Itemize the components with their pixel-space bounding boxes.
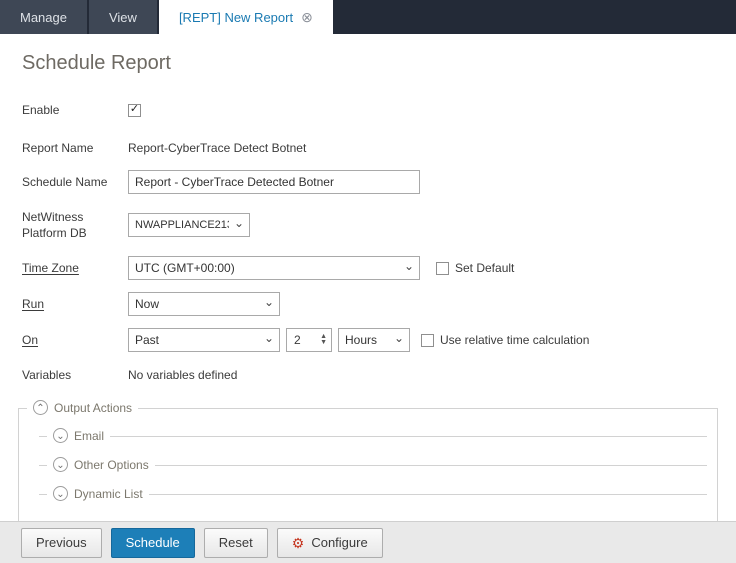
- configure-button[interactable]: ⚙ Configure: [277, 528, 383, 558]
- gear-icon: ⚙: [292, 536, 305, 550]
- report-name-value: Report-CyberTrace Detect Botnet: [128, 141, 306, 155]
- on-unit-value: Hours: [345, 333, 377, 347]
- set-default-checkbox[interactable]: [436, 262, 449, 275]
- chevron-down-icon: ⌄: [394, 331, 404, 345]
- run-select[interactable]: Now ⌄: [128, 292, 280, 316]
- report-name-row: Report Name Report-CyberTrace Detect Bot…: [22, 137, 736, 159]
- variables-value: No variables defined: [128, 368, 237, 382]
- page-title: Schedule Report: [22, 52, 736, 75]
- on-row: On Past ⌄ 2 ▲ ▼ Hours ⌄ Use relative tim…: [22, 328, 736, 352]
- expand-dynamic-list-icon[interactable]: ⌄: [53, 486, 68, 501]
- collapse-output-actions-icon[interactable]: ⌃: [33, 400, 48, 415]
- platform-db-select[interactable]: NWAPPLIANCE21328 ⌄: [128, 213, 250, 237]
- check-icon: ✓: [130, 104, 139, 115]
- email-header[interactable]: ⌄ Email: [47, 428, 110, 443]
- schedule-name-label: Schedule Name: [22, 174, 128, 190]
- tab-new-report-label: [REPT] New Report: [179, 10, 293, 25]
- enable-row: Enable ✓: [22, 99, 736, 121]
- relative-time-label: Use relative time calculation: [440, 333, 589, 347]
- enable-label: Enable: [22, 102, 128, 118]
- chevron-down-icon: ⌄: [264, 295, 274, 309]
- dynamic-list-header[interactable]: ⌄ Dynamic List: [47, 486, 149, 501]
- timezone-row: Time Zone UTC (GMT+00:00) ⌄ Set Default: [22, 256, 736, 280]
- on-label: On: [22, 332, 128, 348]
- expand-email-icon[interactable]: ⌄: [53, 428, 68, 443]
- dynamic-list-section: ⌄ Dynamic List: [39, 494, 707, 495]
- chevron-down-icon: ⌄: [234, 216, 244, 230]
- spinner-down-icon[interactable]: ▼: [320, 340, 327, 346]
- tab-manage[interactable]: Manage: [0, 0, 87, 34]
- platform-db-row: NetWitness Platform DB NWAPPLIANCE21328 …: [22, 209, 736, 241]
- other-options-header[interactable]: ⌄ Other Options: [47, 457, 155, 472]
- on-range-select[interactable]: Past ⌄: [128, 328, 280, 352]
- run-row: Run Now ⌄: [22, 292, 736, 316]
- email-label: Email: [74, 429, 104, 443]
- other-options-label: Other Options: [74, 458, 149, 472]
- footer-bar: Previous Schedule Reset ⚙ Configure: [0, 521, 736, 563]
- on-count-value: 2: [294, 333, 301, 347]
- timezone-label: Time Zone: [22, 260, 128, 276]
- variables-label: Variables: [22, 367, 128, 383]
- timezone-select[interactable]: UTC (GMT+00:00) ⌄: [128, 256, 420, 280]
- output-actions-header[interactable]: ⌃ Output Actions: [27, 400, 138, 415]
- tab-bar: Manage View [REPT] New Report ⊗: [0, 0, 736, 34]
- spinner-arrows[interactable]: ▲ ▼: [320, 334, 327, 346]
- run-value: Now: [135, 297, 159, 311]
- variables-row: Variables No variables defined: [22, 364, 736, 386]
- dynamic-list-label: Dynamic List: [74, 487, 143, 501]
- tab-new-report[interactable]: [REPT] New Report ⊗: [159, 0, 333, 34]
- expand-other-options-icon[interactable]: ⌄: [53, 457, 68, 472]
- enable-checkbox[interactable]: ✓: [128, 104, 141, 117]
- schedule-name-input[interactable]: [128, 170, 420, 194]
- report-name-label: Report Name: [22, 140, 128, 156]
- close-tab-icon[interactable]: ⊗: [301, 10, 313, 24]
- tab-manage-label: Manage: [20, 10, 67, 25]
- tab-view-label: View: [109, 10, 137, 25]
- output-actions-section: ⌃ Output Actions ⌄ Email ⌄ Other Options…: [18, 408, 718, 521]
- previous-button[interactable]: Previous: [21, 528, 102, 558]
- on-unit-select[interactable]: Hours ⌄: [338, 328, 410, 352]
- platform-db-label: NetWitness Platform DB: [22, 209, 128, 241]
- reset-button[interactable]: Reset: [204, 528, 268, 558]
- set-default-label: Set Default: [455, 261, 514, 275]
- on-range-value: Past: [135, 333, 159, 347]
- run-label: Run: [22, 296, 128, 312]
- chevron-down-icon: ⌄: [264, 331, 274, 345]
- configure-label: Configure: [311, 535, 367, 550]
- schedule-report-form: Schedule Report Enable ✓ Report Name Rep…: [0, 34, 736, 521]
- timezone-value: UTC (GMT+00:00): [135, 261, 235, 275]
- other-options-section: ⌄ Other Options: [39, 465, 707, 466]
- tab-view[interactable]: View: [89, 0, 157, 34]
- platform-db-value: NWAPPLIANCE21328: [135, 219, 229, 231]
- schedule-name-row: Schedule Name: [22, 170, 736, 194]
- schedule-button[interactable]: Schedule: [111, 528, 195, 558]
- email-section: ⌄ Email: [39, 436, 707, 437]
- chevron-down-icon: ⌄: [404, 259, 414, 273]
- output-actions-label: Output Actions: [54, 401, 132, 415]
- relative-time-checkbox[interactable]: [421, 334, 434, 347]
- on-count-spinner[interactable]: 2 ▲ ▼: [286, 328, 332, 352]
- schedule-report-page: Manage View [REPT] New Report ⊗ Schedule…: [0, 0, 736, 563]
